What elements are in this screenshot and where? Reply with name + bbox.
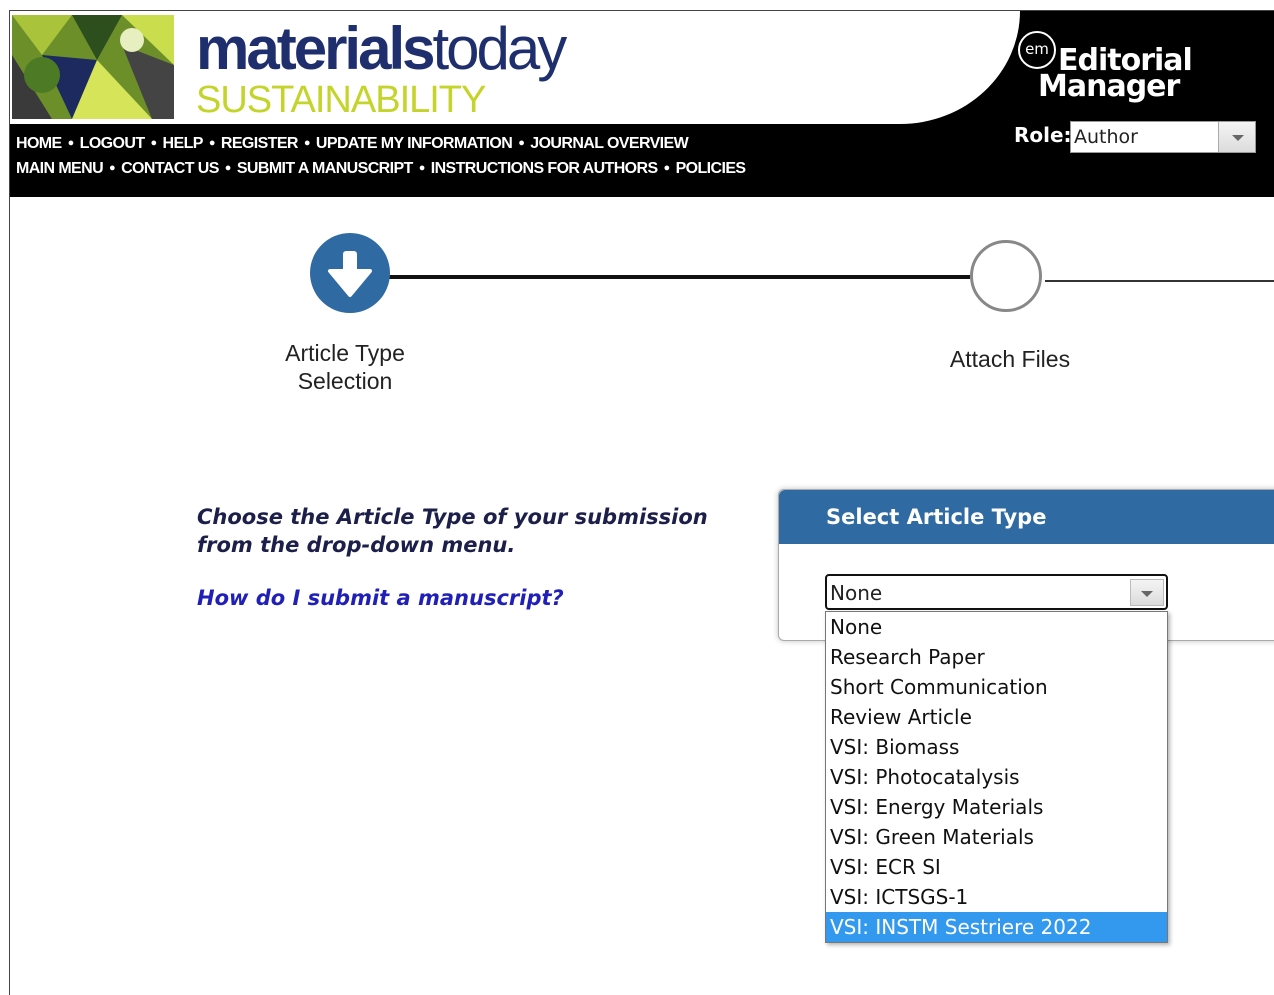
article-type-select-toggle[interactable] xyxy=(1130,579,1164,606)
journal-cover-art xyxy=(12,15,174,119)
article-type-option[interactable]: VSI: Green Materials xyxy=(826,822,1167,852)
journal-logo-panel: materialstoday SUSTAINABILITY xyxy=(10,11,1020,124)
nav-separator: ● xyxy=(224,162,232,174)
article-type-select-value: None xyxy=(830,581,883,605)
nav-separator: ● xyxy=(518,137,525,149)
article-type-option[interactable]: None xyxy=(826,612,1167,642)
top-nav-row-1: HOME ● LOGOUT ● HELP ● REGISTER ● UPDATE MY INFO… xyxy=(16,135,689,153)
role-select-value: Author xyxy=(1074,126,1138,148)
nav-separator: ● xyxy=(67,137,75,149)
instruction-line: from the drop-down menu. xyxy=(197,533,516,557)
nav-submit-manuscript[interactable]: SUBMIT A MANUSCRIPT xyxy=(237,160,413,177)
nav-instructions-for-authors[interactable]: INSTRUCTIONS FOR AUTHORS xyxy=(431,160,658,177)
nav-separator: ● xyxy=(208,137,216,149)
step-article-type-label: Article Type Selection xyxy=(240,339,450,395)
article-type-option[interactable]: Review Article xyxy=(826,702,1167,732)
nav-separator: ● xyxy=(150,137,158,149)
nav-help[interactable]: HELP xyxy=(163,135,204,152)
instruction-line: Choose the Article Type of your submissi… xyxy=(197,505,708,529)
article-type-option[interactable]: Short Communication xyxy=(826,672,1167,702)
step-label-line: Selection xyxy=(297,368,393,394)
article-type-option-highlighted[interactable]: VSI: INSTM Sestriere 2022 xyxy=(826,912,1167,942)
article-type-option[interactable]: VSI: ECR SI xyxy=(826,852,1167,882)
nav-register[interactable]: REGISTER xyxy=(221,135,299,152)
nav-contact-us[interactable]: CONTACT US xyxy=(121,160,219,177)
nav-journal-overview[interactable]: JOURNAL OVERVIEW xyxy=(530,135,688,152)
article-type-option[interactable]: VSI: ICTSGS-1 xyxy=(826,882,1167,912)
journal-brand-title: materialstoday xyxy=(196,15,567,82)
nav-main-menu[interactable]: MAIN MENU xyxy=(16,160,104,177)
nav-update-info[interactable]: UPDATE MY INFORMATION xyxy=(316,135,513,152)
role-label: Role: xyxy=(1014,123,1072,147)
article-type-option[interactable]: VSI: Energy Materials xyxy=(826,792,1167,822)
article-type-option[interactable]: VSI: Biomass xyxy=(826,732,1167,762)
article-type-options: None Research Paper Short Communication … xyxy=(825,611,1168,943)
site-header: materialstoday SUSTAINABILITY HOME ● LOGOU… xyxy=(10,11,1274,197)
progress-connector-next xyxy=(1045,280,1274,282)
chevron-down-icon xyxy=(1141,591,1153,597)
nav-separator: ● xyxy=(303,137,311,149)
nav-home[interactable]: HOME xyxy=(16,135,62,152)
chevron-down-icon xyxy=(1232,135,1244,141)
article-type-option[interactable]: Research Paper xyxy=(826,642,1167,672)
journal-brand-subtitle: SUSTAINABILITY xyxy=(196,79,486,121)
step-attach-files-indicator xyxy=(970,240,1042,312)
step-article-type-indicator xyxy=(310,233,390,313)
nav-separator: ● xyxy=(663,162,671,174)
progress-connector xyxy=(380,275,970,279)
top-nav-row-2: MAIN MENU ● CONTACT US ● SUBMIT A MANUSCRIPT… xyxy=(16,160,746,178)
role-select-toggle[interactable] xyxy=(1218,122,1255,152)
how-to-submit-link[interactable]: How do I submit a manuscript? xyxy=(197,586,564,610)
article-type-option[interactable]: VSI: Photocatalysis xyxy=(826,762,1167,792)
nav-separator: ● xyxy=(418,162,426,174)
role-select[interactable]: Author xyxy=(1070,121,1256,153)
em-logo-line2: Manager xyxy=(1038,69,1180,104)
em-badge-icon: em xyxy=(1018,31,1056,69)
nav-policies[interactable]: POLICIES xyxy=(676,160,746,177)
nav-logout[interactable]: LOGOUT xyxy=(80,135,145,152)
page-frame: materialstoday SUSTAINABILITY HOME ● LOGOU… xyxy=(9,10,1274,995)
step-attach-files-label: Attach Files xyxy=(949,346,1071,372)
article-type-select[interactable]: None xyxy=(825,574,1168,610)
nav-separator: ● xyxy=(109,162,116,174)
submission-instructions: Choose the Article Type of your submissi… xyxy=(197,503,757,559)
panel-title: Select Article Type xyxy=(779,490,1274,544)
step-label-line: Article Type xyxy=(285,340,405,366)
arrow-down-icon xyxy=(328,251,372,297)
